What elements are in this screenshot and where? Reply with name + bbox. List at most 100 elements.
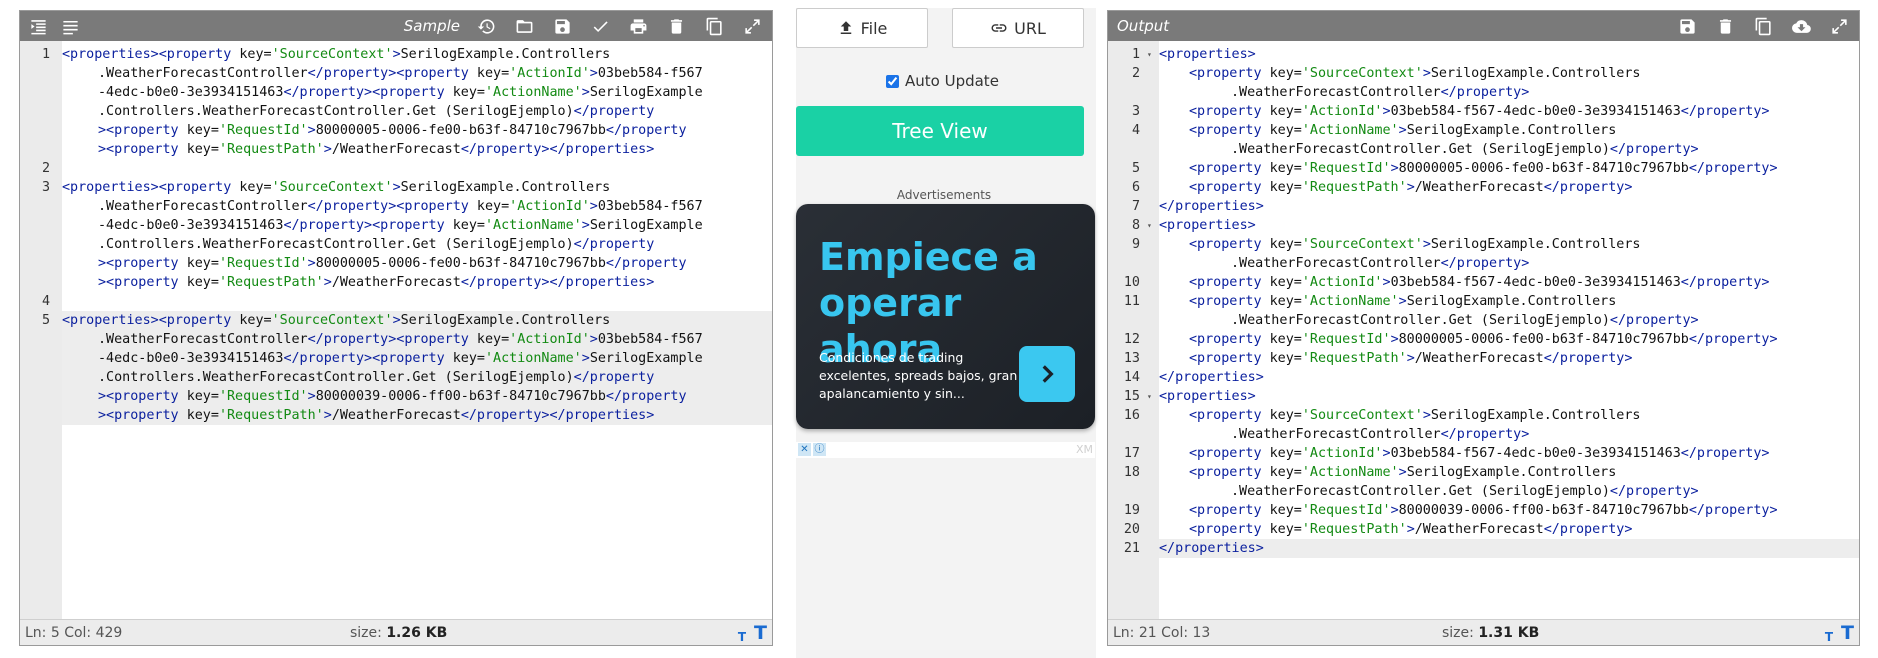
code-line[interactable]: -4edc-b0e0-3e3934151463</property><prope…	[62, 83, 772, 102]
code-line[interactable]: 7 </properties>	[1132, 197, 1859, 216]
code-line[interactable]: .WeatherForecastController</property>	[1159, 83, 1859, 102]
code-line[interactable]: 3 <property key='ActionId'>03beb584-f567-…	[1132, 102, 1859, 121]
code-line[interactable]: .Controllers.WeatherForecastController.G…	[62, 368, 772, 387]
fullscreen-icon[interactable]	[1825, 12, 1853, 40]
copy-icon[interactable]	[700, 12, 728, 40]
code-line[interactable]: .Controllers.WeatherForecastController.G…	[62, 235, 772, 254]
code-line[interactable]: 14 </properties>	[1124, 368, 1859, 387]
tree-view-button[interactable]: Tree View	[796, 106, 1084, 156]
input-statusbar: Ln: 5 Col: 429 size: 1.26 KB T T	[20, 619, 772, 645]
code-line[interactable]: .WeatherForecastController.Get (SerilogE…	[1159, 311, 1859, 330]
code-line[interactable]: ><property key='RequestPath'>/WeatherFor…	[62, 273, 772, 292]
file-button[interactable]: File	[796, 8, 928, 48]
output-code-editor[interactable]: 1 ▾ <properties> 2 <property key='SourceCont…	[1108, 41, 1859, 619]
code-line[interactable]: .WeatherForecastController</property>	[1159, 425, 1859, 444]
code-line[interactable]: 3 <properties><property key='SourceContex…	[42, 178, 772, 197]
font-increase-icon[interactable]: T	[1841, 622, 1854, 644]
code-line[interactable]: .Controllers.WeatherForecastController.G…	[62, 102, 772, 121]
fold-toggle-icon[interactable]: ▾	[1147, 45, 1157, 64]
code-line[interactable]: 2	[42, 159, 772, 178]
ad-footer: ✕ ⓘ XM	[796, 442, 1095, 458]
code-line[interactable]: 9 <property key='SourceContext'>SerilogEx…	[1132, 235, 1859, 254]
code-line[interactable]: 5 <property key='RequestId'>80000005-0006…	[1132, 159, 1859, 178]
code-line[interactable]: 2 <property key='SourceContext'>SerilogEx…	[1132, 64, 1859, 83]
input-code-editor[interactable]: 1 <properties><property key='SourceContex…	[20, 41, 772, 619]
code-line[interactable]: 13 <property key='RequestPath'>/WeatherFo…	[1124, 349, 1859, 368]
code-line[interactable]: .WeatherForecastController</property>	[1159, 254, 1859, 273]
line-number: 9	[1131, 237, 1140, 252]
copy-icon[interactable]	[1749, 12, 1777, 40]
font-decrease-icon[interactable]: T	[738, 630, 746, 644]
size-indicator: size: 1.26 KB	[350, 625, 447, 641]
code-line[interactable]: 21 </properties>	[1124, 539, 1859, 558]
code-line[interactable]: .WeatherForecastController.Get (SerilogE…	[1159, 140, 1859, 159]
line-number: 21	[1123, 541, 1140, 556]
fullscreen-icon[interactable]	[738, 12, 766, 40]
indent-icon[interactable]	[24, 12, 52, 40]
delete-icon[interactable]	[1711, 12, 1739, 40]
line-number: 6	[1131, 180, 1140, 195]
ad-info-icon[interactable]: ⓘ	[813, 443, 826, 456]
code-line[interactable]: 20 <property key='RequestPath'>/WeatherFo…	[1124, 520, 1859, 539]
code-line[interactable]: .WeatherForecastController</property><pr…	[62, 330, 772, 349]
ad-banner[interactable]: Empiece a operar ahora Condiciones de tr…	[796, 204, 1095, 429]
auto-update-checkbox[interactable]	[886, 74, 899, 88]
chevron-right-icon	[1042, 365, 1054, 383]
code-line[interactable]: 4 <property key='ActionName'>SerilogExamp…	[1132, 121, 1859, 140]
code-line[interactable]: 6 <property key='RequestPath'>/WeatherFor…	[1132, 178, 1859, 197]
line-number: 8	[1131, 218, 1140, 233]
code-line[interactable]: -4edc-b0e0-3e3934151463</property><prope…	[62, 349, 772, 368]
url-button[interactable]: URL	[952, 8, 1084, 48]
code-line[interactable]: 19 <property key='RequestId'>80000039-000…	[1124, 501, 1859, 520]
code-line[interactable]: ><property key='RequestId'>80000005-0006…	[62, 254, 772, 273]
size-label: size:	[1442, 624, 1479, 641]
line-number: 10	[1123, 275, 1140, 290]
code-line[interactable]: 12 <property key='RequestId'>80000005-000…	[1124, 330, 1859, 349]
font-decrease-icon[interactable]: T	[1825, 630, 1833, 644]
input-code[interactable]: 1 <properties><property key='SourceContex…	[42, 45, 772, 425]
fold-toggle-icon[interactable]: ▾	[1147, 387, 1157, 406]
code-line[interactable]: .WeatherForecastController</property><pr…	[62, 197, 772, 216]
code-line[interactable]: -4edc-b0e0-3e3934151463</property><prope…	[62, 216, 772, 235]
line-number: 5	[41, 313, 50, 328]
save-icon[interactable]	[1673, 12, 1701, 40]
code-line[interactable]: 1 ▾ <properties>	[1132, 45, 1859, 64]
code-line[interactable]: 17 <property key='ActionId'>03beb584-f567…	[1124, 444, 1859, 463]
code-line[interactable]: 8 ▾ <properties>	[1132, 216, 1859, 235]
fold-toggle-icon[interactable]: ▾	[1147, 216, 1157, 235]
line-number: 20	[1123, 522, 1140, 537]
code-line[interactable]: ><property key='RequestId'>80000005-0006…	[62, 121, 772, 140]
code-line[interactable]: 4	[42, 292, 772, 311]
size-value: 1.26 KB	[386, 624, 448, 641]
output-code[interactable]: 1 ▾ <properties> 2 <property key='SourceCont…	[1124, 45, 1859, 558]
ad-arrow-button[interactable]	[1019, 346, 1075, 402]
line-number: 15	[1123, 389, 1140, 404]
folder-icon[interactable]	[510, 12, 538, 40]
format-icon[interactable]	[56, 12, 84, 40]
code-line[interactable]: ><property key='RequestId'>80000039-0006…	[62, 387, 772, 406]
code-line[interactable]: ><property key='RequestPath'>/WeatherFor…	[62, 406, 772, 425]
check-icon[interactable]	[586, 12, 614, 40]
download-icon[interactable]	[1787, 12, 1815, 40]
code-line[interactable]: 15 ▾ <properties>	[1124, 387, 1859, 406]
sample-label[interactable]: Sample	[404, 17, 460, 35]
code-line[interactable]: .WeatherForecastController</property><pr…	[62, 64, 772, 83]
code-line[interactable]: 18 <property key='ActionName'>SerilogExam…	[1124, 463, 1859, 482]
auto-update-toggle[interactable]: Auto Update	[886, 72, 999, 90]
code-line[interactable]: 11 <property key='ActionName'>SerilogExam…	[1124, 292, 1859, 311]
line-number: 3	[41, 180, 50, 195]
delete-icon[interactable]	[662, 12, 690, 40]
save-icon[interactable]	[548, 12, 576, 40]
code-line[interactable]: .WeatherForecastController.Get (SerilogE…	[1159, 482, 1859, 501]
code-line[interactable]: ><property key='RequestPath'>/WeatherFor…	[62, 140, 772, 159]
ad-close-icon[interactable]: ✕	[798, 443, 811, 456]
line-number: 13	[1123, 351, 1140, 366]
code-line[interactable]: 1 <properties><property key='SourceContex…	[42, 45, 772, 64]
code-line[interactable]: 5 <properties><property key='SourceContex…	[42, 311, 772, 330]
history-icon[interactable]	[472, 12, 500, 40]
code-line[interactable]: 16 <property key='SourceContext'>SerilogE…	[1124, 406, 1859, 425]
font-increase-icon[interactable]: T	[754, 622, 767, 644]
code-line[interactable]: 10 <property key='ActionId'>03beb584-f567…	[1124, 273, 1859, 292]
print-icon[interactable]	[624, 12, 652, 40]
line-number: 16	[1123, 408, 1140, 423]
